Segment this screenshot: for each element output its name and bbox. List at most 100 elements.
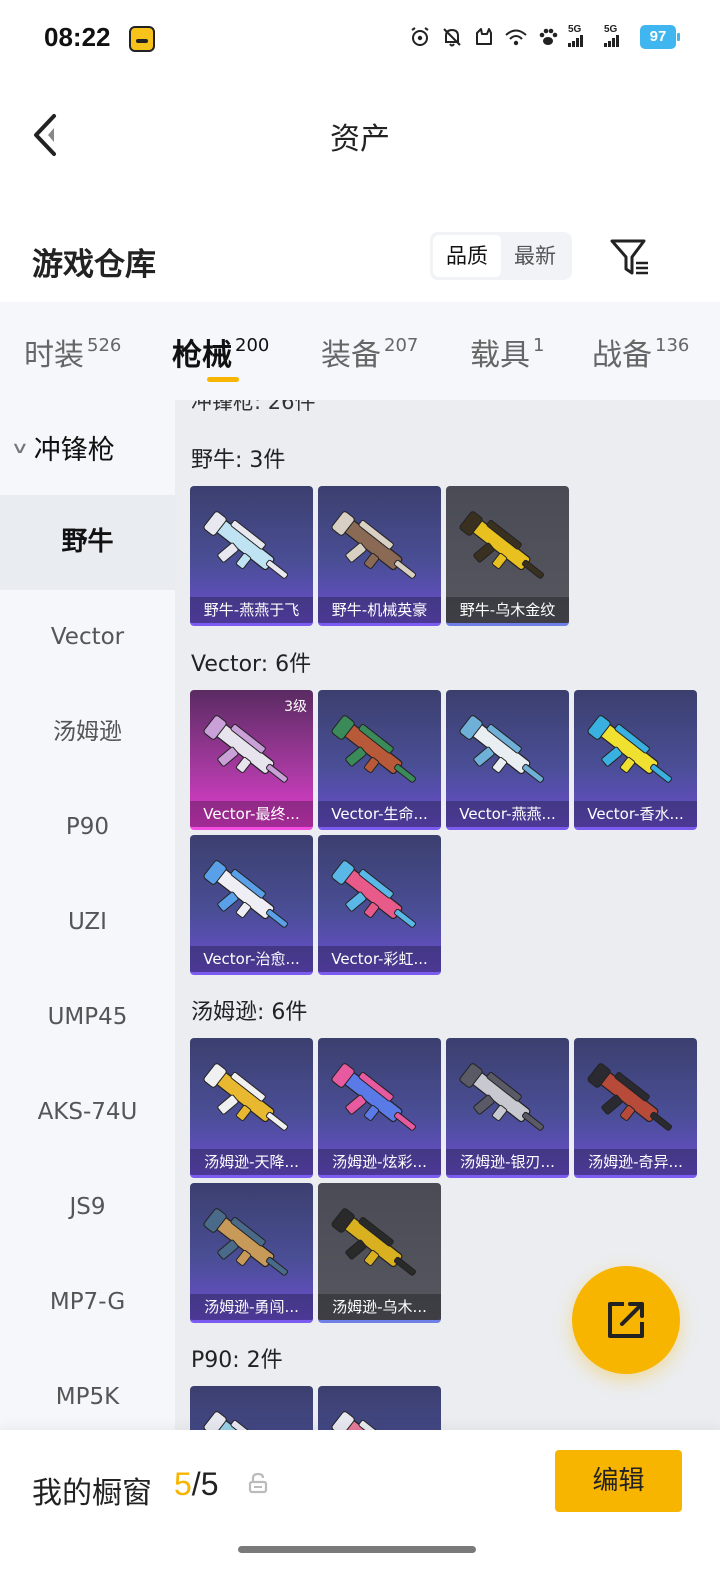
- warehouse-header: 游戏仓库 品质 最新: [0, 215, 720, 300]
- signal-5g-icon-2: 5G: [604, 24, 632, 50]
- lock-icon: [248, 1472, 268, 1494]
- group-title: P90: 2件: [191, 1348, 283, 1373]
- weapon-image: [203, 860, 289, 928]
- weapon-image: [331, 715, 417, 783]
- weapon-name: 野牛-乌木金纹: [446, 597, 569, 623]
- sidebar-item-p90[interactable]: P90: [0, 780, 175, 875]
- weapon-card[interactable]: Vector-香水...: [574, 690, 697, 830]
- weapon-card[interactable]: 3级 Vector-最终...: [190, 690, 313, 830]
- tab-count: 207: [384, 335, 419, 356]
- weapon-name: Vector-最终...: [190, 801, 313, 827]
- weapon-card[interactable]: Vector-燕燕...: [446, 690, 569, 830]
- page-title: 资产: [330, 122, 390, 157]
- signal-label-2: 5G: [604, 24, 618, 35]
- weapon-image: [331, 1411, 403, 1430]
- app-notification-icon: [129, 26, 155, 52]
- tab-count: 136: [655, 335, 690, 356]
- weapon-image: [203, 1063, 289, 1131]
- tab-supplies[interactable]: 战备 136: [592, 330, 689, 374]
- tab-label: 战备: [592, 338, 652, 373]
- mute-bell-icon: [440, 24, 464, 50]
- external-link-icon: [608, 1302, 644, 1338]
- weapon-card[interactable]: 野牛-机械英豪: [318, 486, 441, 626]
- tab-count: 1: [533, 335, 545, 356]
- weapon-image: [203, 1411, 275, 1430]
- cat-icon: [472, 24, 496, 50]
- category-tabs: 时装 526 枪械 200 装备 207 载具 1 战备 136: [0, 302, 720, 400]
- sidebar-group-smg[interactable]: ∨ 冲锋枪: [0, 400, 175, 495]
- battery-icon: 97: [640, 25, 680, 49]
- edit-button[interactable]: 编辑: [555, 1450, 682, 1512]
- weapon-card[interactable]: [318, 1386, 441, 1430]
- sidebar-item-thompson[interactable]: 汤姆逊: [0, 685, 175, 780]
- sort-toggle: 品质 最新: [430, 232, 572, 280]
- weapon-name: 汤姆逊-乌木...: [318, 1294, 441, 1320]
- weapon-name: Vector-治愈...: [190, 946, 313, 972]
- home-indicator[interactable]: [238, 1546, 476, 1553]
- weapon-image: [459, 715, 545, 783]
- weapon-card[interactable]: 汤姆逊-炫彩...: [318, 1038, 441, 1178]
- weapon-image: [459, 511, 545, 579]
- sidebar: ∨ 冲锋枪 野牛 Vector 汤姆逊 P90 UZI UMP45 AKS-74…: [0, 400, 175, 1430]
- status-time: 08:22: [44, 22, 111, 52]
- tab-vehicles[interactable]: 载具 1: [470, 330, 544, 374]
- weapon-name: 野牛-机械英豪: [318, 597, 441, 623]
- sidebar-item-ump45[interactable]: UMP45: [0, 970, 175, 1065]
- sidebar-item-mp5k[interactable]: MP5K: [0, 1350, 175, 1430]
- weapon-name: Vector-彩虹...: [318, 946, 441, 972]
- weapon-image: [203, 715, 289, 783]
- weapon-image: [331, 1208, 417, 1276]
- sidebar-item-js9[interactable]: JS9: [0, 1160, 175, 1255]
- tab-weapons[interactable]: 枪械 200: [172, 330, 269, 374]
- sidebar-item-vector[interactable]: Vector: [0, 590, 175, 685]
- tab-label: 时装: [24, 338, 84, 373]
- bottom-bar: 我的橱窗 5/5 编辑: [0, 1430, 720, 1584]
- sort-quality-option[interactable]: 品质: [433, 235, 501, 277]
- showcase-current: 5: [174, 1466, 192, 1502]
- status-icons: 5G 5G 97: [408, 24, 680, 50]
- sidebar-group-label: 冲锋枪: [33, 435, 115, 466]
- weapon-name: 汤姆逊-天降...: [190, 1149, 313, 1175]
- tab-equipment[interactable]: 装备 207: [321, 330, 418, 374]
- weapon-card[interactable]: 汤姆逊-奇异...: [574, 1038, 697, 1178]
- weapon-card[interactable]: Vector-治愈...: [190, 835, 313, 975]
- active-tab-indicator: [207, 377, 239, 382]
- sidebar-item-aks74u[interactable]: AKS-74U: [0, 1065, 175, 1160]
- filter-icon: [610, 239, 648, 275]
- signal-label-1: 5G: [568, 24, 582, 35]
- sidebar-item-uzi[interactable]: UZI: [0, 875, 175, 970]
- weapon-card[interactable]: [190, 1386, 313, 1430]
- showcase-separator: /: [191, 1466, 201, 1502]
- group-title: Vector: 6件: [191, 652, 312, 677]
- weapon-card[interactable]: 野牛-乌木金纹: [446, 486, 569, 626]
- weapon-card[interactable]: Vector-生命...: [318, 690, 441, 830]
- weapon-name: 汤姆逊-勇闯...: [190, 1294, 313, 1320]
- sidebar-item-mp7g[interactable]: MP7-G: [0, 1255, 175, 1350]
- sort-newest-option[interactable]: 最新: [501, 235, 569, 277]
- filter-button[interactable]: [608, 235, 652, 279]
- signal-5g-icon: 5G: [568, 24, 596, 50]
- group-title: 汤姆逊: 6件: [191, 1000, 308, 1025]
- weapon-image: [331, 860, 417, 928]
- tab-fashion[interactable]: 时装 526: [24, 330, 121, 374]
- alarm-icon: [408, 24, 432, 50]
- weapon-card[interactable]: Vector-彩虹...: [318, 835, 441, 975]
- weapon-name: 汤姆逊-银刃...: [446, 1149, 569, 1175]
- share-button[interactable]: [572, 1266, 680, 1374]
- level-badge: 3级: [284, 699, 307, 715]
- weapon-image: [203, 511, 289, 579]
- weapon-card[interactable]: 汤姆逊-银刃...: [446, 1038, 569, 1178]
- chevron-down-icon: ∨: [10, 438, 30, 457]
- status-bar: 08:22 5G 5G 97: [0, 0, 720, 80]
- weapon-card[interactable]: 汤姆逊-天降...: [190, 1038, 313, 1178]
- sidebar-item-bizon[interactable]: 野牛: [0, 495, 175, 590]
- weapon-name: Vector-燕燕...: [446, 801, 569, 827]
- tab-count: 200: [235, 335, 270, 356]
- showcase-total: 5: [200, 1466, 219, 1502]
- weapon-name: 汤姆逊-炫彩...: [318, 1149, 441, 1175]
- group-title: 野牛: 3件: [191, 448, 286, 473]
- weapon-card[interactable]: 野牛-燕燕于飞: [190, 486, 313, 626]
- weapon-card[interactable]: 汤姆逊-勇闯...: [190, 1183, 313, 1323]
- weapon-image: [331, 1063, 417, 1131]
- weapon-card[interactable]: 汤姆逊-乌木...: [318, 1183, 441, 1323]
